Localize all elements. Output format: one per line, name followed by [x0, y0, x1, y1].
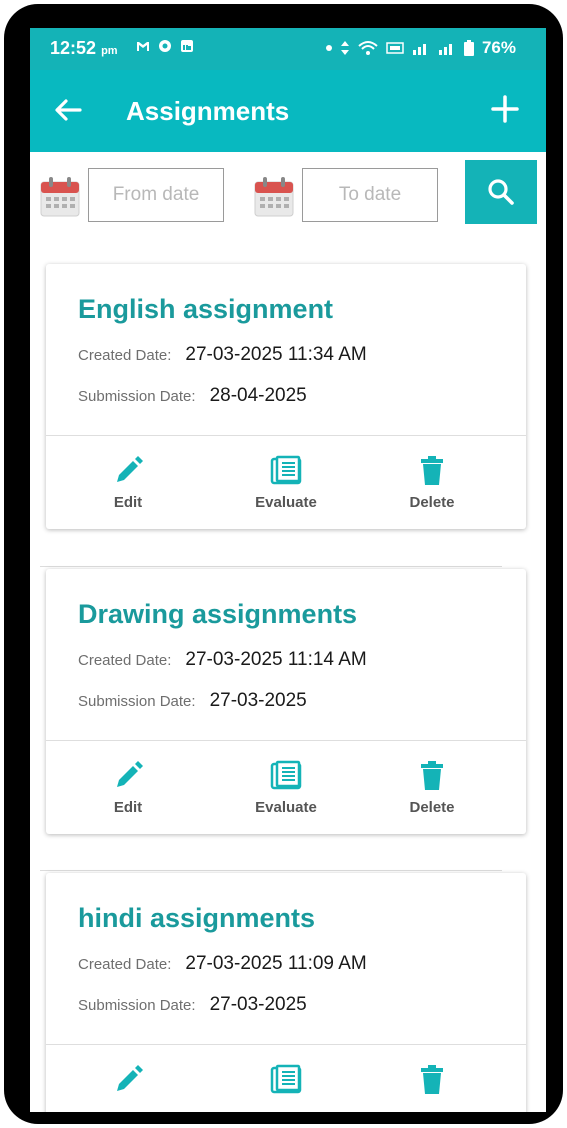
created-label: Created Date: [78, 652, 172, 669]
delete-button[interactable] [382, 1063, 482, 1097]
assignment-title: hindi assignments [78, 903, 316, 933]
submission-row: Submission Date: 27-03-2025 [78, 690, 307, 712]
delete-button[interactable]: Delete [382, 759, 482, 816]
created-row: Created Date: 27-03-2025 11:09 AM [78, 953, 367, 975]
assignment-card: hindi assignments Created Date: 27-03-20… [46, 873, 526, 1112]
submission-row: Submission Date: 27-03-2025 [78, 994, 307, 1016]
wifi-icon [358, 41, 378, 55]
battery-icon [463, 40, 474, 56]
edit-button[interactable] [78, 1063, 178, 1097]
created-label: Created Date: [78, 956, 172, 973]
card-separator [40, 566, 502, 567]
trash-icon [421, 761, 443, 790]
submission-label: Submission Date: [78, 693, 196, 710]
created-value: 27-03-2025 11:14 AM [185, 649, 367, 670]
battery-text: 76% [481, 38, 516, 57]
search-button[interactable] [465, 160, 537, 224]
submission-label: Submission Date: [78, 388, 196, 405]
pencil-icon [117, 761, 143, 787]
document-icon [270, 760, 302, 790]
card-divider [46, 740, 526, 741]
status-time: 12:52 pm [50, 38, 118, 59]
search-icon [488, 179, 514, 205]
to-date-input[interactable]: To date [302, 168, 438, 222]
ampm-text: pm [101, 45, 118, 57]
linkedin-icon [181, 40, 193, 52]
chrome-icon [159, 40, 171, 52]
assignment-card: English assignment Created Date: 27-03-2… [46, 264, 526, 529]
volte-icon [386, 42, 404, 54]
delete-label: Delete [409, 494, 455, 511]
calendar-icon[interactable] [254, 176, 294, 218]
submission-label: Submission Date: [78, 997, 196, 1014]
evaluate-button[interactable]: Evaluate [236, 454, 336, 511]
edit-button[interactable]: Edit [78, 454, 178, 511]
signal-icon [412, 44, 426, 55]
created-label: Created Date: [78, 347, 172, 364]
screen: 12:52 pm 76% Assignments From date To da… [30, 28, 546, 1112]
evaluate-label: Evaluate [255, 494, 317, 511]
document-icon [270, 1064, 302, 1094]
document-icon [270, 455, 302, 485]
created-row: Created Date: 27-03-2025 11:14 AM [78, 649, 367, 671]
date-filter: From date To date [30, 152, 546, 262]
card-separator [40, 870, 502, 871]
status-bar: 12:52 pm 76% [30, 28, 546, 70]
assignment-title: Drawing assignments [78, 599, 358, 629]
edit-button[interactable]: Edit [78, 759, 178, 816]
created-value: 27-03-2025 11:09 AM [185, 953, 367, 974]
plus-icon[interactable] [490, 94, 520, 124]
time-text: 12:52 [50, 38, 97, 58]
pencil-icon [117, 456, 143, 482]
back-arrow-icon[interactable] [52, 94, 84, 126]
created-value: 27-03-2025 11:34 AM [185, 344, 367, 365]
dot-icon [325, 45, 332, 51]
signal-2-icon [438, 44, 452, 55]
assignment-card: Drawing assignments Created Date: 27-03-… [46, 569, 526, 834]
submission-value: 28-04-2025 [209, 385, 307, 406]
assignment-title: English assignment [78, 294, 334, 324]
evaluate-label: Evaluate [255, 799, 317, 816]
created-row: Created Date: 27-03-2025 11:34 AM [78, 344, 367, 366]
delete-button[interactable]: Delete [382, 454, 482, 511]
edit-label: Edit [113, 799, 143, 816]
data-arrows-icon [340, 41, 349, 55]
submission-value: 27-03-2025 [209, 690, 307, 711]
evaluate-button[interactable]: Evaluate [236, 759, 336, 816]
from-date-input[interactable]: From date [88, 168, 224, 222]
pencil-icon [117, 1065, 143, 1091]
delete-label: Delete [409, 799, 455, 816]
phone-frame: 12:52 pm 76% Assignments From date To da… [4, 4, 563, 1124]
calendar-icon[interactable] [40, 176, 80, 218]
card-divider [46, 435, 526, 436]
notification-icons [136, 39, 194, 53]
evaluate-button[interactable] [236, 1063, 336, 1097]
edit-label: Edit [113, 494, 143, 511]
trash-icon [421, 456, 443, 485]
submission-value: 27-03-2025 [209, 994, 307, 1015]
gmail-icon [137, 42, 149, 51]
card-divider [46, 1044, 526, 1045]
trash-icon [421, 1065, 443, 1094]
app-bar: Assignments [30, 70, 546, 152]
status-right: 76% [325, 38, 516, 58]
page-title: Assignments [126, 96, 290, 126]
submission-row: Submission Date: 28-04-2025 [78, 385, 307, 407]
